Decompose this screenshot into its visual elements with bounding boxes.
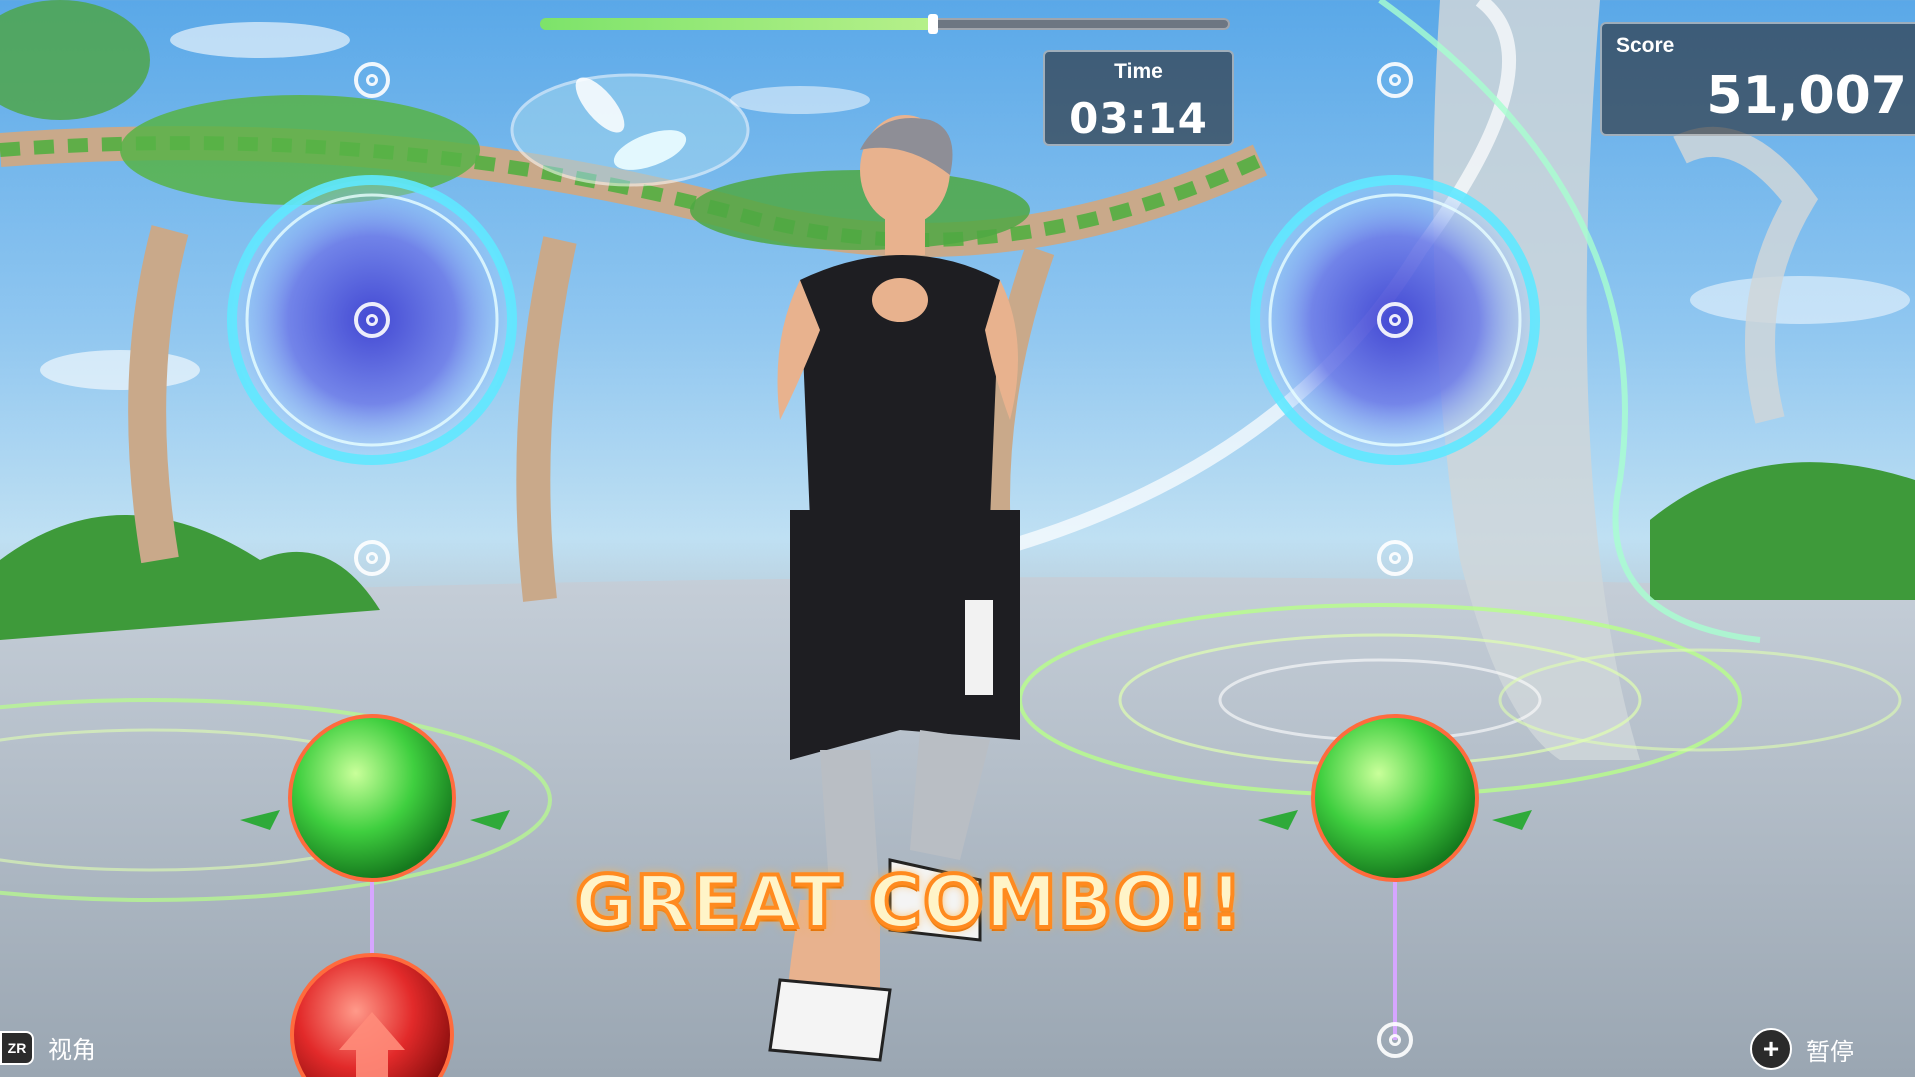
time-panel: Time 03:14 [1043, 50, 1234, 146]
song-progress-bar [540, 14, 1230, 34]
camera-control[interactable]: ZR 视角 [0, 1030, 96, 1065]
score-label: Score [1616, 34, 1675, 57]
score-panel: Score 51,007 [1600, 22, 1915, 136]
target-ring-icon [354, 62, 390, 98]
target-ring-icon [1377, 540, 1413, 576]
song-progress-marker [928, 14, 939, 34]
target-ring-icon [354, 302, 390, 338]
combo-feedback-text: GREAT COMBO!! [573, 858, 1244, 946]
camera-label: 视角 [48, 1037, 96, 1064]
zr-button-icon: ZR [0, 1030, 34, 1065]
target-ring-icon [1377, 1022, 1413, 1058]
target-ring-icon [1377, 62, 1413, 98]
plus-button-icon: + [1750, 1028, 1792, 1070]
song-progress-fill [540, 18, 934, 30]
target-ring-icon [354, 540, 390, 576]
pause-control[interactable]: + 暂停 [1750, 1028, 1854, 1070]
time-label: Time [1114, 60, 1163, 83]
target-ring-icon [1377, 302, 1413, 338]
time-value: 03:14 [1069, 94, 1208, 143]
score-value: 51,007 [1706, 66, 1907, 126]
pause-label: 暂停 [1806, 1038, 1854, 1066]
